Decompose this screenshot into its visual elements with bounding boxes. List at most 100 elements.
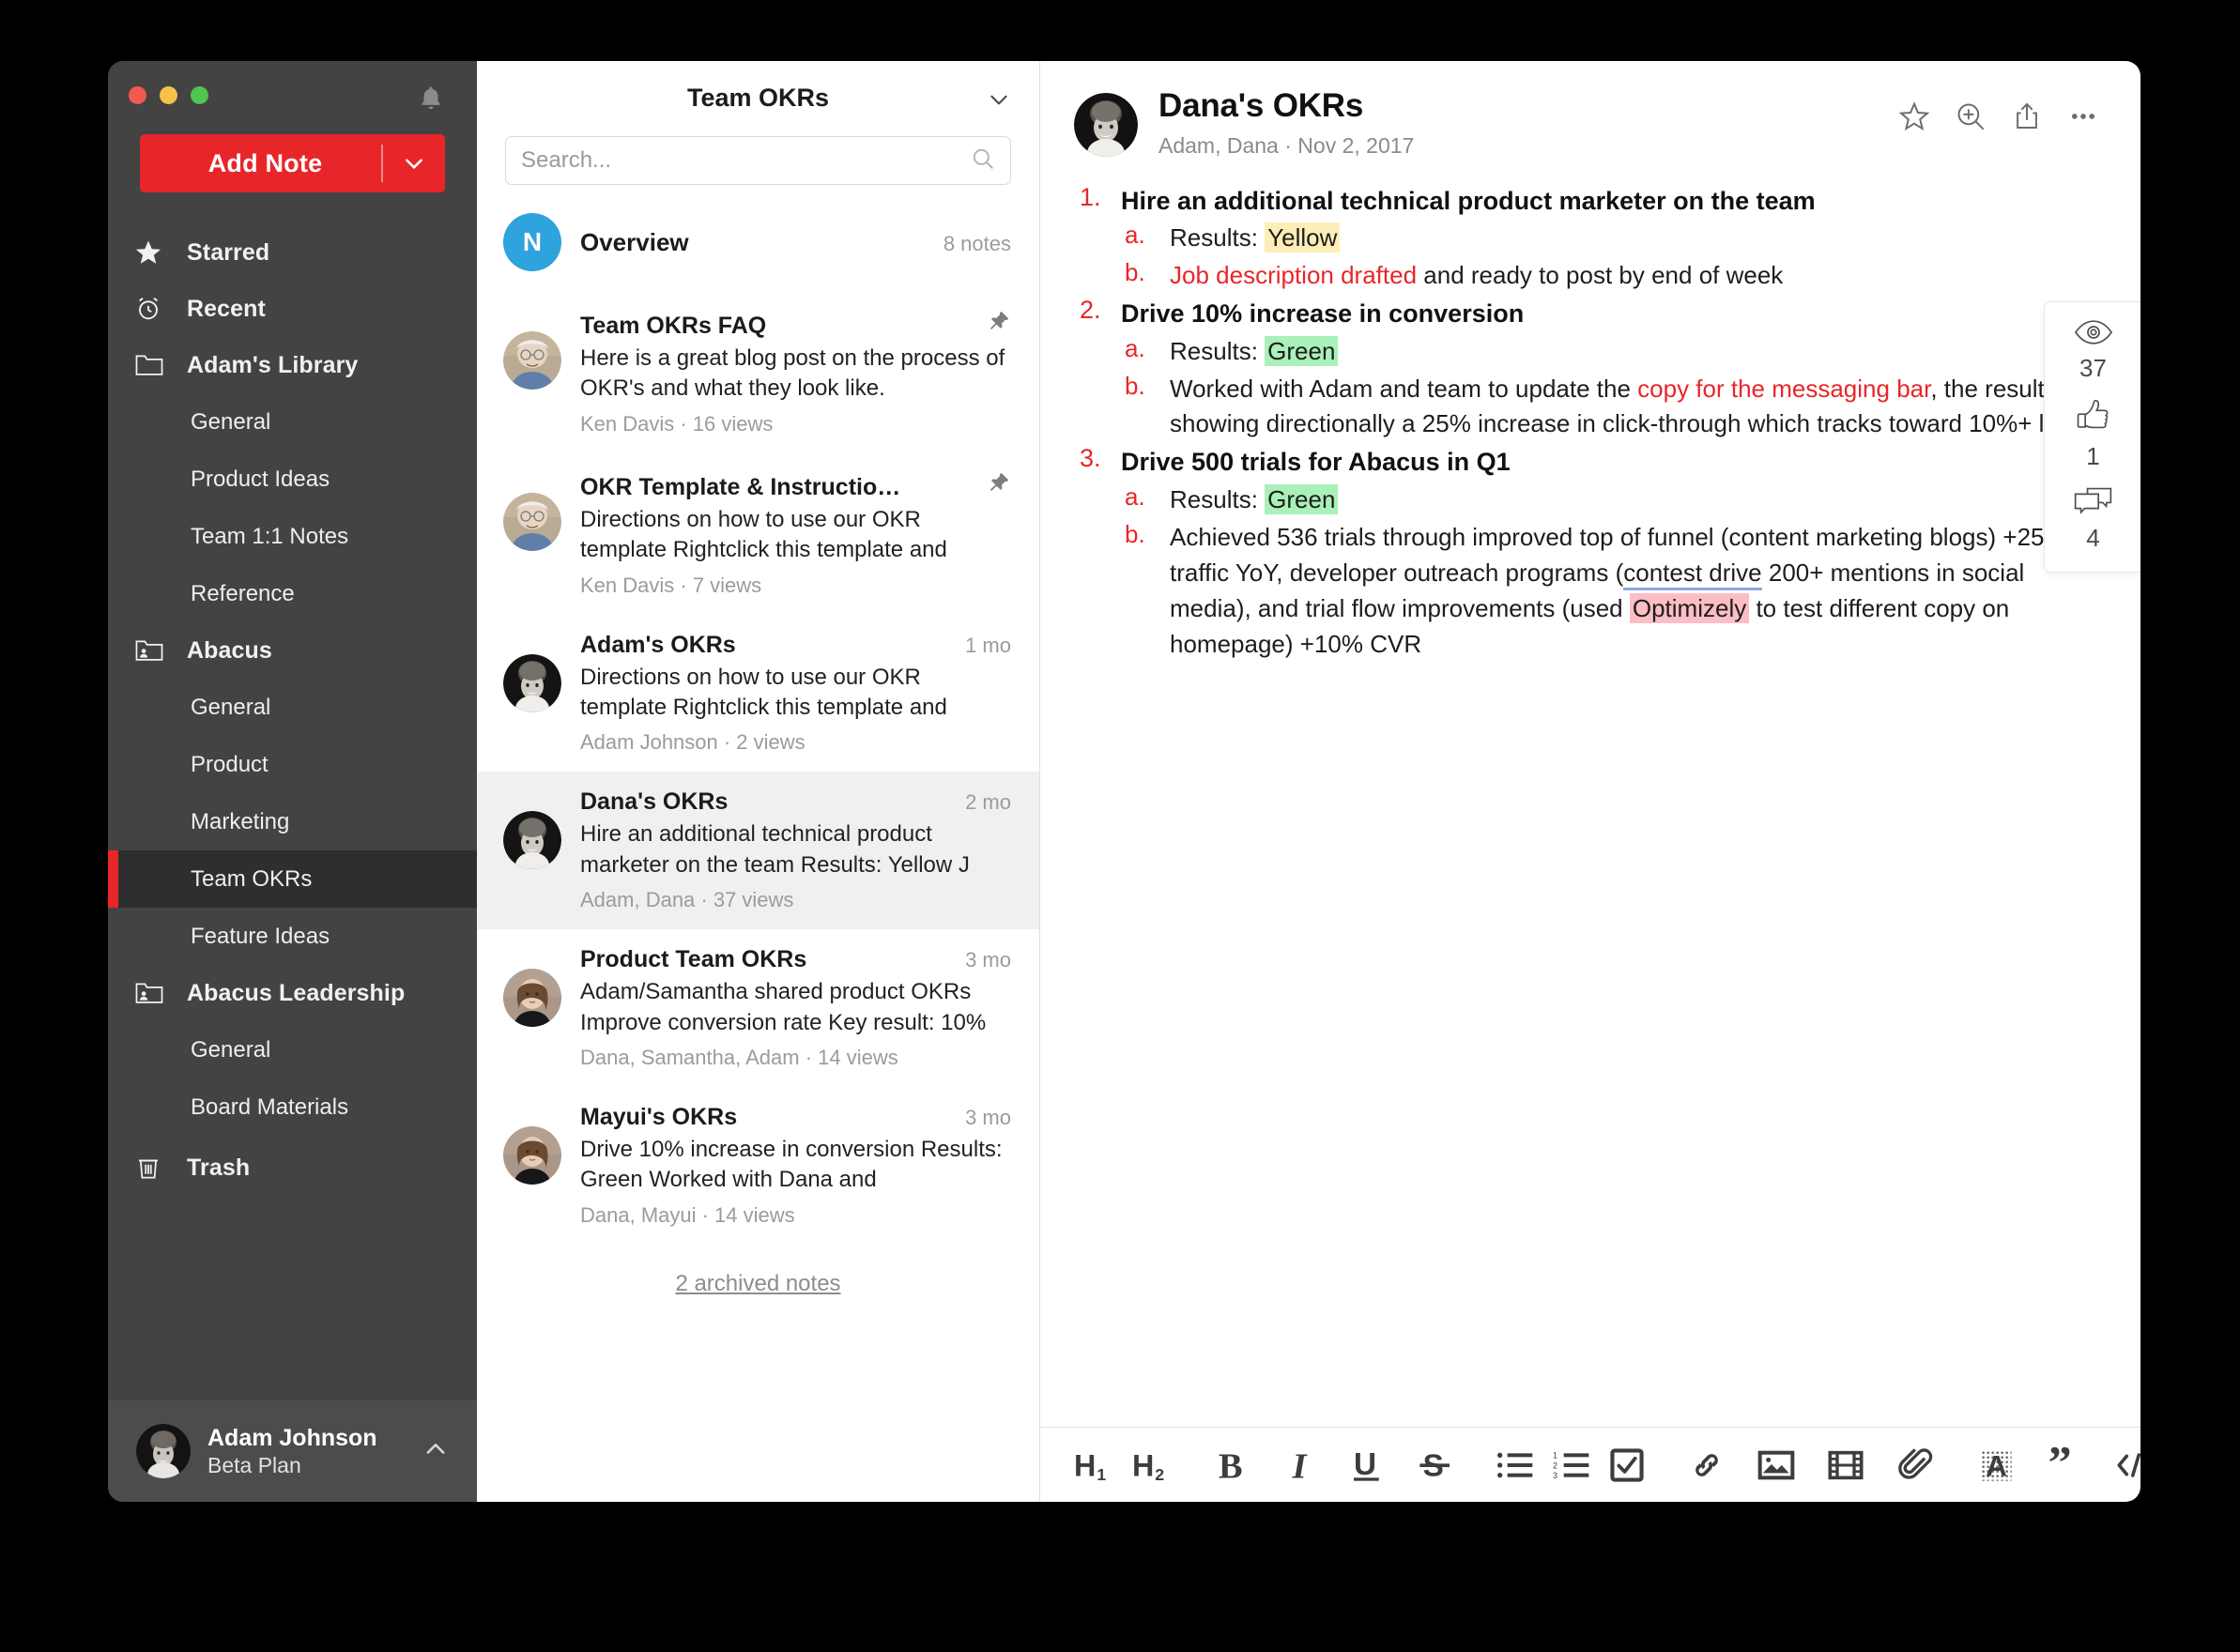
chevron-down-icon[interactable] bbox=[987, 87, 1011, 116]
avatar bbox=[503, 1125, 561, 1185]
list-item-time: 1 mo bbox=[965, 633, 1011, 657]
okr-subitem: Job description drafted and ready to pos… bbox=[1121, 258, 2099, 294]
list-item[interactable]: Product Team OKRs 3 mo Adam/Samantha sha… bbox=[477, 929, 1039, 1087]
sidebar-item-general[interactable]: General bbox=[108, 393, 477, 451]
notification-bell-icon[interactable] bbox=[417, 84, 445, 114]
note-list-header: Team OKRs bbox=[477, 61, 1039, 134]
user-profile[interactable]: Adam Johnson Beta Plan bbox=[108, 1400, 477, 1502]
stat-value: 37 bbox=[2079, 354, 2107, 382]
add-note-button[interactable]: Add Note bbox=[140, 134, 445, 192]
okr-subtext: Results: Green bbox=[1170, 482, 2099, 518]
checkbox-list-icon[interactable] bbox=[1609, 1442, 1645, 1489]
shared-folder-icon bbox=[134, 637, 176, 664]
note-editor-panel: Dana's OKRs Adam, Dana · Nov 2, 2017 Hir… bbox=[1040, 61, 2140, 1502]
stat-views[interactable]: 37 bbox=[2074, 319, 2113, 383]
pin-icon[interactable] bbox=[975, 470, 1011, 499]
sidebar-item-label: Team 1:1 Notes bbox=[191, 523, 349, 549]
strikethrough-icon[interactable]: S bbox=[1418, 1442, 1453, 1489]
okr-subitem: Results: Green bbox=[1121, 334, 2099, 370]
list-item-snippet: Drive 10% increase in conversion Results… bbox=[580, 1136, 1003, 1193]
italic-icon[interactable]: I bbox=[1282, 1442, 1318, 1489]
profile-name: Adam Johnson bbox=[207, 1424, 377, 1451]
list-item-title: OKR Template & Instructio… bbox=[580, 473, 901, 500]
sidebar-item-team-okrs[interactable]: Team OKRs bbox=[108, 850, 477, 908]
note-actions bbox=[1898, 87, 2099, 137]
note-content[interactable]: Hire an additional technical product mar… bbox=[1040, 159, 2140, 1427]
sidebar-nav: Starred Recent Adam's Library General Pr… bbox=[108, 224, 477, 1400]
image-icon[interactable] bbox=[1757, 1442, 1795, 1489]
sidebar-item-product-ideas[interactable]: Product Ideas bbox=[108, 451, 477, 508]
sidebar-item-label: General bbox=[191, 408, 271, 435]
heading-2-icon[interactable]: H2 bbox=[1132, 1442, 1172, 1489]
search-container[interactable] bbox=[505, 136, 1011, 185]
list-item[interactable]: Team OKRs FAQ Here is a great blog post … bbox=[477, 292, 1039, 453]
sidebar-item-reference[interactable]: Reference bbox=[108, 565, 477, 622]
sidebar-item-feature-ideas[interactable]: Feature Ideas bbox=[108, 908, 477, 965]
okr-subitem: Results: Green bbox=[1121, 482, 2099, 518]
list-item-time: 3 mo bbox=[965, 1105, 1011, 1129]
thumbs-up-icon bbox=[2074, 398, 2113, 438]
sidebar-item-marketing[interactable]: Marketing bbox=[108, 793, 477, 850]
folder-icon bbox=[134, 352, 176, 378]
search-input[interactable] bbox=[521, 147, 971, 174]
list-item[interactable]: Mayui's OKRs 3 mo Drive 10% increase in … bbox=[477, 1087, 1039, 1245]
sidebar-item-label: General bbox=[191, 694, 271, 720]
list-item-selected[interactable]: Dana's OKRs 2 mo Hire an additional tech… bbox=[477, 772, 1039, 930]
link-icon[interactable] bbox=[1688, 1442, 1726, 1489]
okr-subtext: Achieved 536 trials through improved top… bbox=[1170, 522, 2066, 658]
sidebar-item-recent[interactable]: Recent bbox=[108, 281, 477, 337]
more-icon[interactable] bbox=[2067, 100, 2099, 137]
sidebar-item-label: Starred bbox=[187, 238, 270, 266]
maximize-window-button[interactable] bbox=[191, 85, 208, 104]
sidebar-item-product[interactable]: Product bbox=[108, 736, 477, 793]
quote-icon[interactable]: ” bbox=[2047, 1442, 2084, 1489]
sidebar-item-leadership-general[interactable]: General bbox=[108, 1021, 477, 1078]
list-item-title: Adam's OKRs bbox=[580, 631, 736, 658]
close-window-button[interactable] bbox=[129, 85, 146, 104]
star-icon bbox=[134, 238, 176, 267]
stat-likes[interactable]: 1 bbox=[2074, 398, 2113, 471]
okr-item: Drive 10% increase in conversion Results… bbox=[1074, 296, 2099, 442]
okr-item: Drive 500 trials for Abacus in Q1 Result… bbox=[1074, 444, 2099, 662]
chevron-up-icon[interactable] bbox=[422, 1436, 449, 1467]
list-item-snippet: Hire an additional technical product mar… bbox=[580, 821, 970, 878]
minimize-window-button[interactable] bbox=[160, 85, 177, 104]
note-list-scroll[interactable]: N Overview 8 notes Team OKRs FAQ Here is… bbox=[477, 185, 1039, 1502]
sidebar-item-adams-library[interactable]: Adam's Library bbox=[108, 337, 477, 393]
overview-count: 8 notes bbox=[943, 231, 1011, 255]
sidebar-item-label: Team OKRs bbox=[191, 865, 313, 892]
sidebar-item-abacus-leadership[interactable]: Abacus Leadership bbox=[108, 965, 477, 1021]
list-item-overview[interactable]: N Overview 8 notes bbox=[477, 207, 1039, 292]
okr-heading: Drive 10% increase in conversion bbox=[1121, 299, 1525, 329]
stat-comments[interactable]: 4 bbox=[2073, 486, 2114, 553]
sidebar-item-trash[interactable]: Trash bbox=[108, 1140, 477, 1196]
sidebar-item-board-materials[interactable]: Board Materials bbox=[108, 1078, 477, 1136]
formatting-toolbar: H1 H2 B I U S 123 bbox=[1040, 1427, 2140, 1502]
sidebar-item-abacus[interactable]: Abacus bbox=[108, 622, 477, 679]
zoom-in-icon[interactable] bbox=[1955, 100, 1987, 137]
svg-text:I: I bbox=[1292, 1446, 1308, 1484]
pin-icon[interactable] bbox=[975, 309, 1011, 338]
archived-notes-link[interactable]: 2 archived notes bbox=[477, 1271, 1039, 1297]
list-item[interactable]: Adam's OKRs 1 mo Directions on how to us… bbox=[477, 615, 1039, 772]
code-icon[interactable] bbox=[2116, 1442, 2140, 1489]
numbered-list-icon[interactable]: 123 bbox=[1553, 1442, 1590, 1489]
underline-icon[interactable]: U bbox=[1350, 1442, 1386, 1489]
sidebar-item-starred[interactable]: Starred bbox=[108, 224, 477, 281]
note-list-title: Team OKRs bbox=[686, 83, 830, 112]
okr-subitem: Achieved 536 trials through improved top… bbox=[1121, 520, 2099, 663]
add-note-dropdown-button[interactable] bbox=[383, 151, 445, 176]
star-icon[interactable] bbox=[1898, 100, 1930, 137]
sidebar-item-team-11-notes[interactable]: Team 1:1 Notes bbox=[108, 508, 477, 565]
bulleted-list-icon[interactable] bbox=[1496, 1442, 1534, 1489]
list-item-snippet: Adam/Samantha shared product OKRs Improv… bbox=[580, 979, 987, 1035]
sidebar-item-abacus-general[interactable]: General bbox=[108, 679, 477, 736]
highlight-icon[interactable]: A bbox=[1977, 1442, 2015, 1489]
bold-icon[interactable]: B bbox=[1215, 1442, 1250, 1489]
video-icon[interactable] bbox=[1827, 1442, 1864, 1489]
share-icon[interactable] bbox=[2011, 100, 2043, 137]
avatar bbox=[503, 492, 561, 551]
list-item[interactable]: OKR Template & Instructio… Directions on… bbox=[477, 453, 1039, 615]
attachment-icon[interactable] bbox=[1896, 1442, 1934, 1489]
heading-1-icon[interactable]: H1 bbox=[1074, 1442, 1113, 1489]
